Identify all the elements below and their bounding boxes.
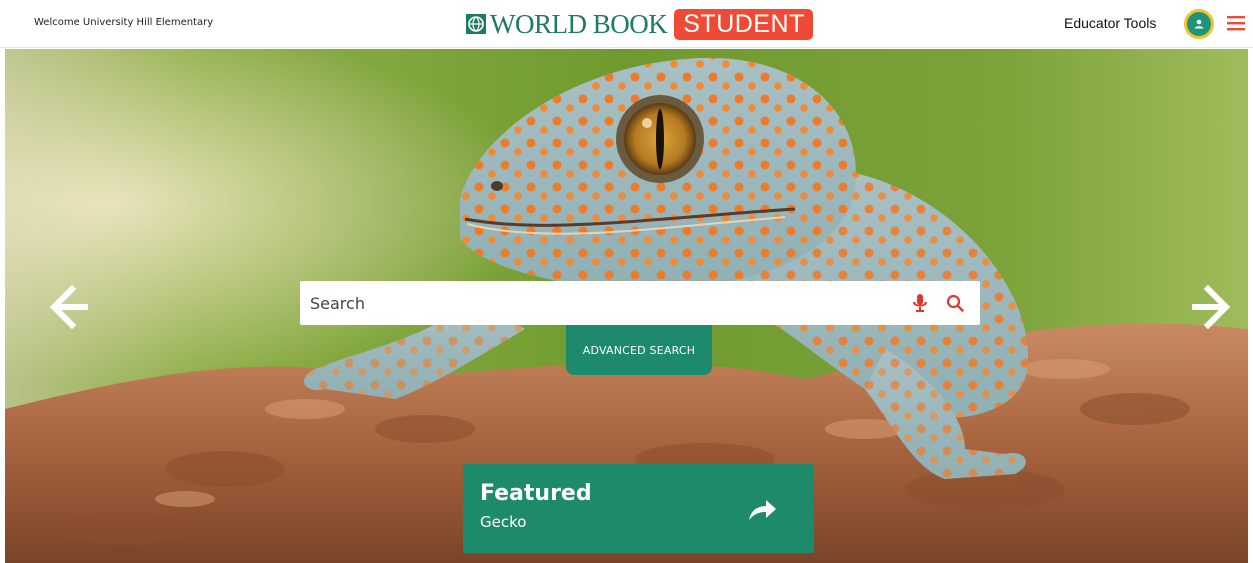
hero-carousel: ADVANCED SEARCH Featured Gecko (5, 49, 1248, 563)
top-header: Welcome University Hill Elementary WORLD… (0, 0, 1253, 48)
world-book-globe-logo-icon (466, 14, 486, 34)
featured-title: Featured (480, 481, 592, 506)
search-bar (300, 281, 980, 325)
logo-wordmark: WORLD BOOK (490, 8, 668, 39)
advanced-search-button[interactable]: ADVANCED SEARCH (566, 325, 712, 375)
search-input[interactable] (300, 281, 912, 325)
microphone-icon[interactable] (912, 293, 928, 313)
featured-subtitle: Gecko (480, 513, 527, 531)
welcome-message: Welcome University Hill Elementary (34, 17, 214, 28)
user-avatar-icon (1194, 19, 1204, 29)
user-avatar-button[interactable] (1184, 9, 1214, 39)
search-icon[interactable] (946, 294, 964, 312)
world-book-student-logo[interactable]: WORLD BOOK STUDENT (466, 6, 813, 42)
hamburger-menu-icon[interactable] (1227, 15, 1245, 31)
arrow-right-icon[interactable] (1190, 285, 1230, 329)
share-arrow-icon (749, 500, 776, 520)
featured-card[interactable]: Featured Gecko (463, 464, 814, 553)
arrow-left-icon[interactable] (50, 285, 90, 329)
logo-student-badge: STUDENT (674, 8, 813, 40)
educator-tools-link[interactable]: Educator Tools (1064, 15, 1156, 31)
